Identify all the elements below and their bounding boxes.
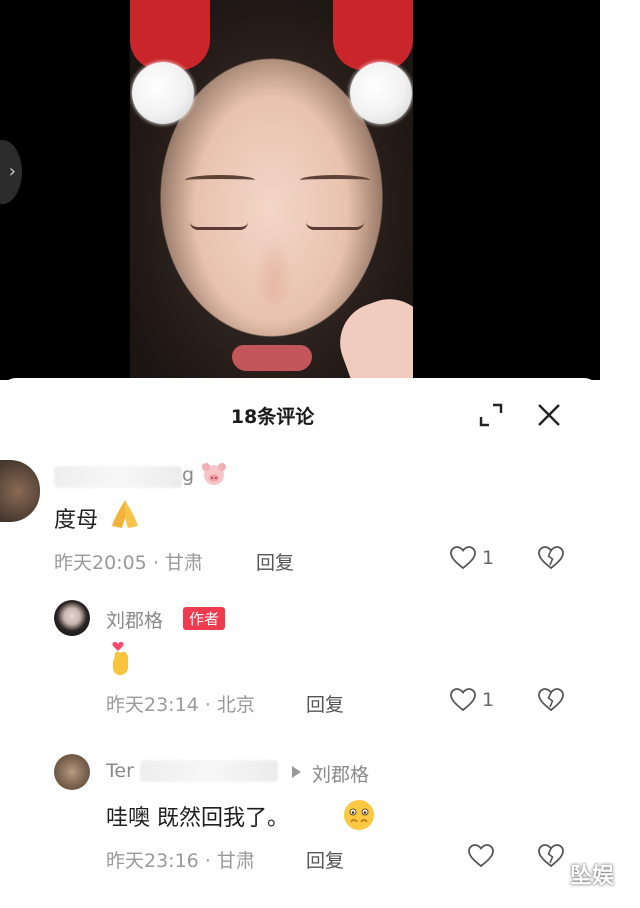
- like-count: 1: [482, 689, 495, 711]
- comment-username[interactable]: 刘郡格: [106, 606, 163, 633]
- video-player[interactable]: ›: [0, 0, 640, 380]
- comment-username[interactable]: g: [182, 464, 194, 486]
- brow-left: [185, 175, 255, 185]
- comment-meta: 昨天23:14 · 北京: [106, 690, 255, 717]
- brow-right: [300, 175, 370, 185]
- avatar[interactable]: [54, 754, 90, 790]
- broken-heart-icon[interactable]: [538, 844, 564, 868]
- headband-left: [130, 0, 210, 70]
- like-count: 1: [482, 547, 495, 569]
- praying-hands-emoji-icon: [112, 500, 138, 528]
- comment-meta: 昨天23:16 · 甘肃: [106, 846, 255, 873]
- eye-left: [190, 222, 248, 230]
- avatar[interactable]: [0, 460, 40, 522]
- nose: [254, 235, 294, 305]
- reply-button[interactable]: 回复: [306, 690, 344, 717]
- meta-separator: ·: [152, 552, 159, 574]
- broken-heart-icon[interactable]: [538, 688, 564, 712]
- like-button[interactable]: 1: [450, 688, 494, 712]
- reply-button[interactable]: 回复: [306, 846, 344, 873]
- meta-separator: ·: [204, 694, 211, 716]
- reply-button[interactable]: 回复: [256, 548, 294, 575]
- comment-text: 哇噢 既然回我了。: [106, 806, 289, 831]
- heart-outline-icon: [450, 546, 476, 570]
- comment-text: 度母: [54, 508, 99, 533]
- heart-outline-icon: [450, 688, 476, 712]
- expand-icon[interactable]: [478, 402, 504, 428]
- comment-meta: 昨天20:05 · 甘肃: [54, 548, 203, 575]
- comment-location: 甘肃: [164, 552, 203, 574]
- watermark: 坠娱: [570, 864, 615, 889]
- comment-time: 昨天23:14: [106, 694, 199, 716]
- reply-to-username[interactable]: 刘郡格: [312, 760, 369, 787]
- broken-heart-icon[interactable]: [538, 546, 564, 570]
- right-gutter: [600, 0, 640, 908]
- panel-title: 18条评论: [230, 406, 315, 428]
- video-frame: [130, 0, 413, 380]
- chevron-right-icon[interactable]: ›: [0, 140, 22, 204]
- like-button[interactable]: 1: [450, 546, 494, 570]
- comments-panel: 18条评论 g 度母 昨天20:05 · 甘肃 回复 1 刘郡格 作者 昨天23…: [0, 378, 600, 908]
- heart-outline-icon[interactable]: [468, 844, 494, 868]
- headband-right: [333, 0, 413, 70]
- lips: [232, 345, 312, 371]
- pompom-left: [132, 62, 194, 124]
- comment-location: 北京: [216, 694, 255, 716]
- reply-arrow-icon: [292, 766, 301, 778]
- meta-separator: ·: [204, 850, 211, 872]
- comment-location: 甘肃: [216, 850, 255, 872]
- comment-time: 昨天20:05: [54, 552, 147, 574]
- username-blurred: [54, 466, 182, 488]
- close-icon[interactable]: [536, 402, 562, 428]
- avatar[interactable]: [54, 600, 90, 636]
- pig-emoji-icon: [202, 463, 226, 485]
- pompom-right: [350, 62, 412, 124]
- eye-right: [306, 222, 364, 230]
- author-badge: 作者: [183, 607, 226, 630]
- username-blurred: [140, 760, 278, 782]
- comment-username[interactable]: Ter: [106, 760, 134, 782]
- hugging-face-emoji-icon: [344, 800, 374, 830]
- finger-heart-emoji-icon: [112, 641, 128, 675]
- comment-time: 昨天23:16: [106, 850, 199, 872]
